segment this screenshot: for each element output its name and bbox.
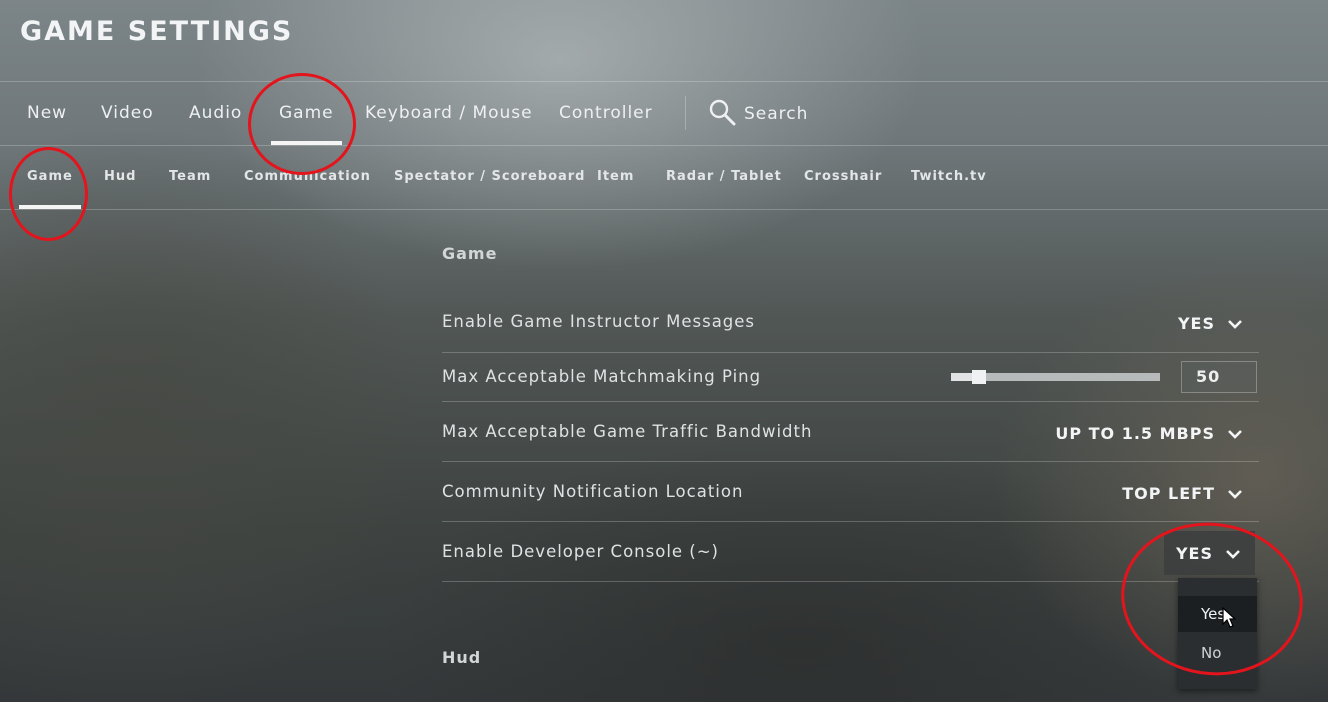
tab-separator bbox=[685, 96, 686, 130]
dropdown-value: YES bbox=[1175, 543, 1213, 563]
mouse-cursor-icon bbox=[1222, 606, 1237, 633]
page-title: GAME SETTINGS bbox=[20, 16, 294, 47]
tab-controller[interactable]: Controller bbox=[559, 82, 653, 145]
ping-slider[interactable] bbox=[951, 370, 1160, 384]
dropdown-value: TOP LEFT bbox=[1122, 483, 1215, 503]
subtab-communication[interactable]: Communication bbox=[244, 146, 371, 209]
setting-row-instructor-messages: Enable Game Instructor Messages YES bbox=[442, 298, 1259, 352]
tab-audio[interactable]: Audio bbox=[189, 82, 242, 145]
chevron-down-icon bbox=[1227, 484, 1243, 503]
tab-keyboard-mouse[interactable]: Keyboard / Mouse bbox=[365, 82, 533, 145]
settings-screen: GAME SETTINGS New Video Audio Game Keybo… bbox=[0, 0, 1328, 702]
setting-label: Max Acceptable Matchmaking Ping bbox=[442, 367, 762, 386]
setting-row-developer-console: Enable Developer Console (~) YES bbox=[442, 522, 1259, 581]
tab-game[interactable]: Game bbox=[271, 82, 342, 145]
search-label: Search bbox=[744, 103, 809, 124]
chevron-down-icon bbox=[1227, 314, 1243, 333]
traffic-bandwidth-dropdown[interactable]: UP TO 1.5 MBPS bbox=[1055, 421, 1243, 445]
notification-location-dropdown[interactable]: TOP LEFT bbox=[1122, 481, 1243, 505]
chevron-down-icon bbox=[1227, 424, 1243, 443]
subtab-crosshair[interactable]: Crosshair bbox=[804, 146, 882, 209]
dropdown-value: YES bbox=[1177, 313, 1215, 333]
developer-console-dropdown[interactable]: YES bbox=[1163, 531, 1255, 575]
setting-row-traffic-bandwidth: Max Acceptable Game Traffic Bandwidth UP… bbox=[442, 402, 1259, 461]
setting-label: Max Acceptable Game Traffic Bandwidth bbox=[442, 422, 813, 441]
tab-video[interactable]: Video bbox=[101, 82, 154, 145]
magnifier-icon bbox=[708, 98, 736, 130]
setting-label: Enable Game Instructor Messages bbox=[442, 312, 756, 331]
instructor-messages-dropdown[interactable]: YES bbox=[1178, 311, 1243, 335]
slider-thumb[interactable] bbox=[972, 370, 986, 384]
ping-value-input[interactable]: 50 bbox=[1181, 361, 1257, 393]
section-heading-hud: Hud bbox=[442, 648, 482, 667]
subtab-team[interactable]: Team bbox=[169, 146, 211, 209]
sub-tabs-divider bbox=[0, 209, 1328, 210]
dropdown-value: UP TO 1.5 MBPS bbox=[1055, 423, 1215, 443]
chevron-down-icon bbox=[1225, 544, 1241, 563]
subtab-twitch-tv[interactable]: Twitch.tv bbox=[911, 146, 987, 209]
setting-row-notification-location: Community Notification Location TOP LEFT bbox=[442, 462, 1259, 521]
search-button[interactable]: Search bbox=[708, 82, 808, 145]
subtab-spectator-scoreboard[interactable]: Spectator / Scoreboard bbox=[394, 146, 586, 209]
option-yes[interactable]: Yes bbox=[1178, 596, 1257, 632]
subtab-item[interactable]: Item bbox=[597, 146, 634, 209]
sub-tab-bar: Game Hud Team Communication Spectator / … bbox=[0, 146, 1328, 209]
subtab-game[interactable]: Game bbox=[19, 146, 81, 209]
section-heading-game: Game bbox=[442, 244, 498, 263]
tab-new[interactable]: New bbox=[27, 82, 67, 145]
setting-label: Enable Developer Console (~) bbox=[442, 542, 719, 561]
option-no[interactable]: No bbox=[1178, 635, 1257, 671]
setting-row-matchmaking-ping: Max Acceptable Matchmaking Ping 50 bbox=[442, 353, 1259, 401]
main-tab-bar: New Video Audio Game Keyboard / Mouse Co… bbox=[0, 82, 1328, 145]
developer-console-options-menu: Yes No bbox=[1178, 578, 1257, 689]
setting-label: Community Notification Location bbox=[442, 482, 744, 501]
subtab-hud[interactable]: Hud bbox=[104, 146, 136, 209]
row-divider bbox=[442, 581, 1259, 582]
subtab-radar-tablet[interactable]: Radar / Tablet bbox=[666, 146, 782, 209]
